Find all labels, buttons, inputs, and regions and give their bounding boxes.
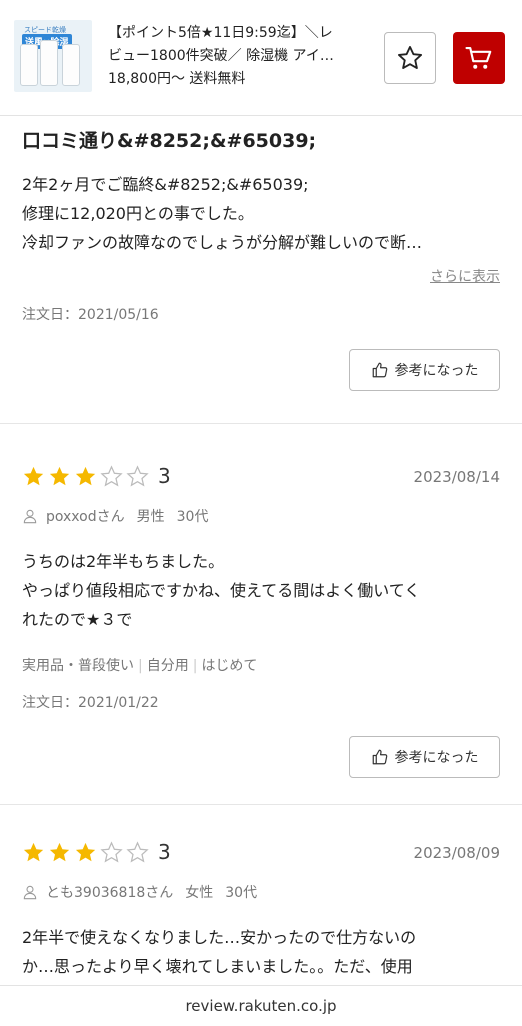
star-empty-icon xyxy=(100,840,123,862)
reviewer-gender: 男性 xyxy=(136,509,165,525)
review-date: 2023/08/14 xyxy=(413,468,500,486)
tag-separator: | xyxy=(192,658,198,674)
product-title-line: ビュー1800件突破／ 除湿機 アイ… xyxy=(108,48,334,64)
thumbs-up-icon xyxy=(372,362,387,378)
rating-score: 3 xyxy=(158,464,171,488)
star-filled-icon xyxy=(23,466,44,485)
tag: 実用品・普段使い xyxy=(22,658,134,674)
review-card: 3 2023/08/09 とも39036818さん 女性 30代 2年半で使えな… xyxy=(0,805,522,1005)
star-filled-icon xyxy=(49,466,70,485)
star-empty-icon xyxy=(126,840,149,862)
review-card: 口コミ通り&#8252;&#65039; 2年2ヶ月でご臨終&#8252;&#6… xyxy=(0,116,522,424)
product-title[interactable]: 【ポイント5倍★11日9:59迄】＼レ ビュー1800件突破／ 除湿機 アイ… … xyxy=(108,22,370,91)
user-icon xyxy=(23,885,37,900)
rating-score: 3 xyxy=(158,840,171,864)
review-date: 2023/08/09 xyxy=(413,844,500,862)
tag: 自分用 xyxy=(146,658,189,674)
review-card: 3 2023/08/14 poxxodさん 男性 30代 うちのは2年半もちまし… xyxy=(0,424,522,805)
reviewer-info: とも39036818さん 女性 30代 xyxy=(22,882,257,902)
review-body: 2年半で使えなくなりました…安かったので仕方ないの か…思ったより早く壊れてしま… xyxy=(22,923,502,981)
product-price: 18,800円〜 送料無料 xyxy=(108,71,246,87)
order-date: 注文日：2021/05/16 xyxy=(22,307,159,323)
review-title: 口コミ通り&#8252;&#65039; xyxy=(22,130,317,152)
review-body-line: うちのは2年半もちました。 xyxy=(22,552,225,571)
review-tags: 実用品・普段使い | 自分用 | はじめて xyxy=(22,655,257,675)
product-header: スピード乾燥 送風×除湿 【ポイント5倍★11日9:59迄】＼レ ビュー1800… xyxy=(0,0,522,116)
tag: はじめて xyxy=(201,658,258,674)
reviewer-age: 30代 xyxy=(176,509,209,525)
star-filled-icon xyxy=(75,842,96,861)
add-to-cart-button[interactable] xyxy=(453,32,505,84)
review-body: うちのは2年半もちました。 やっぱり値段相応ですかね、使えてる間はよく働いてく … xyxy=(22,547,502,634)
star-empty-icon xyxy=(126,464,149,486)
address-bar[interactable]: review.rakuten.co.jp xyxy=(0,985,522,1025)
user-icon xyxy=(23,509,37,524)
product-image-unit xyxy=(40,40,58,86)
review-body-line: やっぱり値段相応ですかね、使えてる間はよく働いてく xyxy=(22,581,421,600)
reviewer-info: poxxodさん 男性 30代 xyxy=(22,506,208,526)
site-domain: review.rakuten.co.jp xyxy=(185,997,337,1015)
helpful-button[interactable]: 参考になった xyxy=(349,736,500,778)
reviewer-name[interactable]: poxxodさん xyxy=(46,506,125,526)
star-rating: 3 xyxy=(22,464,171,488)
reviewer-gender: 女性 xyxy=(185,885,214,901)
review-body-line: 2年2ヶ月でご臨終&#8252;&#65039; xyxy=(22,175,309,194)
review-body-line: 冷却ファンの故障なのでしょうが分解が難しいので断… xyxy=(22,233,423,252)
product-title-line: 【ポイント5倍★11日9:59迄】＼レ xyxy=(108,25,333,41)
review-body: 2年2ヶ月でご臨終&#8252;&#65039; 修理に12,020円との事でし… xyxy=(22,170,502,257)
review-body-line: 2年半で使えなくなりました…安かったので仕方ないの xyxy=(22,928,417,947)
product-image-unit xyxy=(20,44,38,86)
favorite-button[interactable] xyxy=(384,32,436,84)
review-body-line: 修理に12,020円との事でした。 xyxy=(22,204,254,223)
star-filled-icon xyxy=(75,466,96,485)
cart-icon xyxy=(465,46,492,69)
show-more-link[interactable]: さらに表示 xyxy=(430,266,500,286)
star-filled-icon xyxy=(49,842,70,861)
helpful-button[interactable]: 参考になった xyxy=(349,349,500,391)
product-image-unit xyxy=(62,44,80,86)
star-filled-icon xyxy=(23,842,44,861)
thumbs-up-icon xyxy=(372,749,387,765)
star-empty-icon xyxy=(100,464,123,486)
review-body-line: か…思ったより早く壊れてしまいました。。ただ、使用 xyxy=(22,957,413,976)
star-outline-icon xyxy=(397,45,423,69)
tag-separator: | xyxy=(138,658,143,674)
star-rating: 3 xyxy=(22,840,171,864)
product-thumbnail[interactable]: スピード乾燥 送風×除湿 xyxy=(14,20,92,92)
helpful-label: 参考になった xyxy=(394,750,479,766)
review-body-line: れたので★３で xyxy=(22,610,133,629)
reviewer-age: 30代 xyxy=(225,885,258,901)
order-date: 注文日：2021/01/22 xyxy=(22,695,159,711)
reviewer-name[interactable]: とも39036818さん xyxy=(46,882,173,902)
review-list: 口コミ通り&#8252;&#65039; 2年2ヶ月でご臨終&#8252;&#6… xyxy=(0,116,522,1005)
helpful-label: 参考になった xyxy=(394,363,479,379)
